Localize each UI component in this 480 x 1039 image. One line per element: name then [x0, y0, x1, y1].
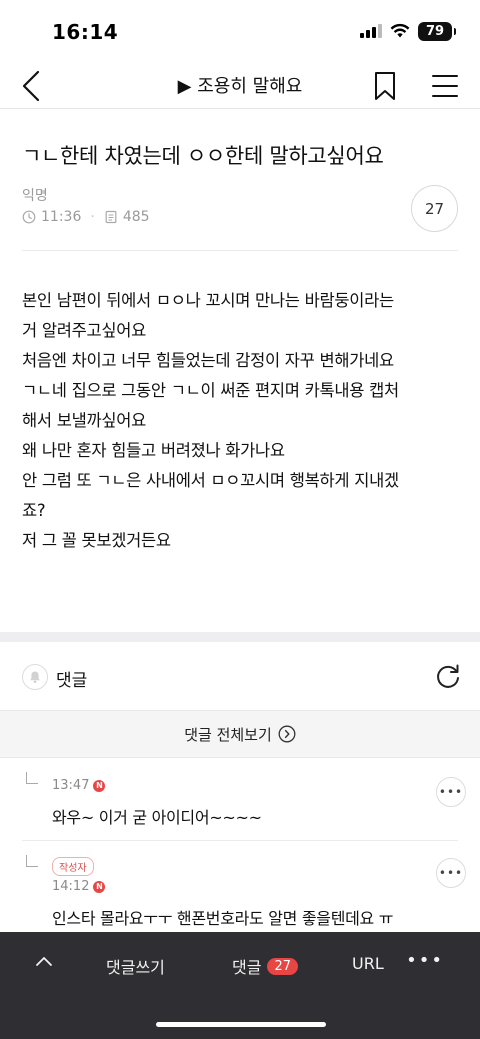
body-line: 죠?: [22, 501, 46, 520]
section-separator: [0, 632, 480, 642]
comment-time-text: 13:47: [52, 778, 90, 793]
refresh-icon[interactable]: [434, 662, 462, 690]
bookmark-icon[interactable]: [370, 70, 400, 102]
post-author: 익명: [22, 188, 48, 204]
new-badge: N: [93, 779, 106, 792]
body-line: 안 그럼 또 ㄱㄴ은 사내에서 ㅁㅇ꼬시며 행복하게 지내겠: [22, 471, 399, 490]
body-line: 왜 나만 혼자 힘들고 버려졌나 화가나요: [22, 441, 285, 460]
notification-toggle[interactable]: [22, 664, 48, 690]
cellular-signal-icon: [360, 24, 382, 38]
view-all-comments-button[interactable]: 댓글 전체보기: [0, 710, 480, 758]
body-line: 처음엔 차이고 너무 힘들었는데 감정이 자꾸 변해가네요: [22, 351, 394, 370]
status-icons: 79: [360, 20, 456, 42]
comment-time: 13:47 N: [52, 778, 106, 793]
meta-separator: ·: [90, 209, 95, 225]
reply-indent-icon: [26, 772, 38, 784]
write-comment-button[interactable]: 댓글쓰기: [106, 954, 165, 978]
comment-time-text: 14:12: [52, 879, 90, 894]
header-divider: [22, 250, 458, 251]
comments-header: 댓글: [0, 642, 480, 710]
author-badge: 작성자: [52, 857, 94, 876]
bell-icon: [30, 671, 40, 684]
view-all-label: 댓글 전체보기: [184, 725, 272, 744]
chevron-right-circle-icon: [278, 725, 296, 743]
more-options-button[interactable]: •••: [406, 950, 444, 971]
comments-count-badge: 27: [267, 957, 298, 975]
status-bar: 16:14 79: [0, 0, 480, 62]
document-icon: [105, 210, 117, 224]
comment-more-button[interactable]: •••: [436, 858, 466, 888]
post-meta: 11:36 · 485: [22, 209, 150, 225]
url-button[interactable]: URL: [352, 954, 384, 973]
battery-indicator: 79: [418, 21, 456, 41]
status-time: 16:14: [52, 20, 119, 44]
wifi-icon: [390, 23, 410, 38]
body-line: 거 알려주고싶어요: [22, 321, 146, 340]
comment-text: 인스타 몰라요ㅜㅜ 핸폰번호라도 알면 좋을텐데요 ㅠ: [52, 909, 394, 928]
board-title[interactable]: ▶ 조용히 말해요: [0, 72, 480, 98]
comments-button[interactable]: 댓글 27: [232, 954, 298, 978]
comments-button-label: 댓글: [232, 958, 262, 977]
comment-time: 14:12 N: [52, 879, 106, 894]
body-line: 본인 남편이 뒤에서 ㅁㅇ나 꼬시며 만나는 바람둥이라는: [22, 291, 394, 310]
new-badge: N: [93, 880, 106, 893]
comment-item: 13:47 N 와우~ 이거 굳 아이디어~~~~ •••: [0, 758, 480, 840]
clock-icon: [22, 210, 36, 224]
comment-text: 와우~ 이거 굳 아이디어~~~~: [52, 808, 262, 827]
nav-bar: ▶ 조용히 말해요: [0, 62, 480, 108]
post-body: 본인 남편이 뒤에서 ㅁㅇ나 꼬시며 만나는 바람둥이라는 거 알려주고싶어요 …: [22, 286, 462, 556]
post-title: ㄱㄴ한테 차였는데 ㅇㅇ한테 말하고싶어요: [22, 144, 384, 168]
reply-indent-icon: [26, 855, 38, 867]
body-line: ㄱㄴ네 집으로 그동안 ㄱㄴ이 써준 편지며 카톡내용 캡처: [22, 381, 399, 400]
post-views: 485: [122, 209, 150, 225]
menu-icon[interactable]: [430, 70, 460, 102]
home-indicator: [156, 1022, 326, 1027]
comment-more-button[interactable]: •••: [436, 777, 466, 807]
body-line: 저 그 꼴 못보겠거든요: [22, 531, 171, 550]
post-time: 11:36: [41, 209, 82, 225]
nav-divider: [0, 108, 480, 109]
body-line: 해서 보낼까싶어요: [22, 411, 146, 430]
comments-label: 댓글: [56, 671, 88, 691]
comment-count-button[interactable]: 27: [411, 185, 458, 232]
chevron-up-icon[interactable]: [34, 952, 54, 972]
comment-item: 작성자 14:12 N 인스타 몰라요ㅜㅜ 핸폰번호라도 알면 좋을텐데요 ㅠ …: [0, 841, 480, 932]
